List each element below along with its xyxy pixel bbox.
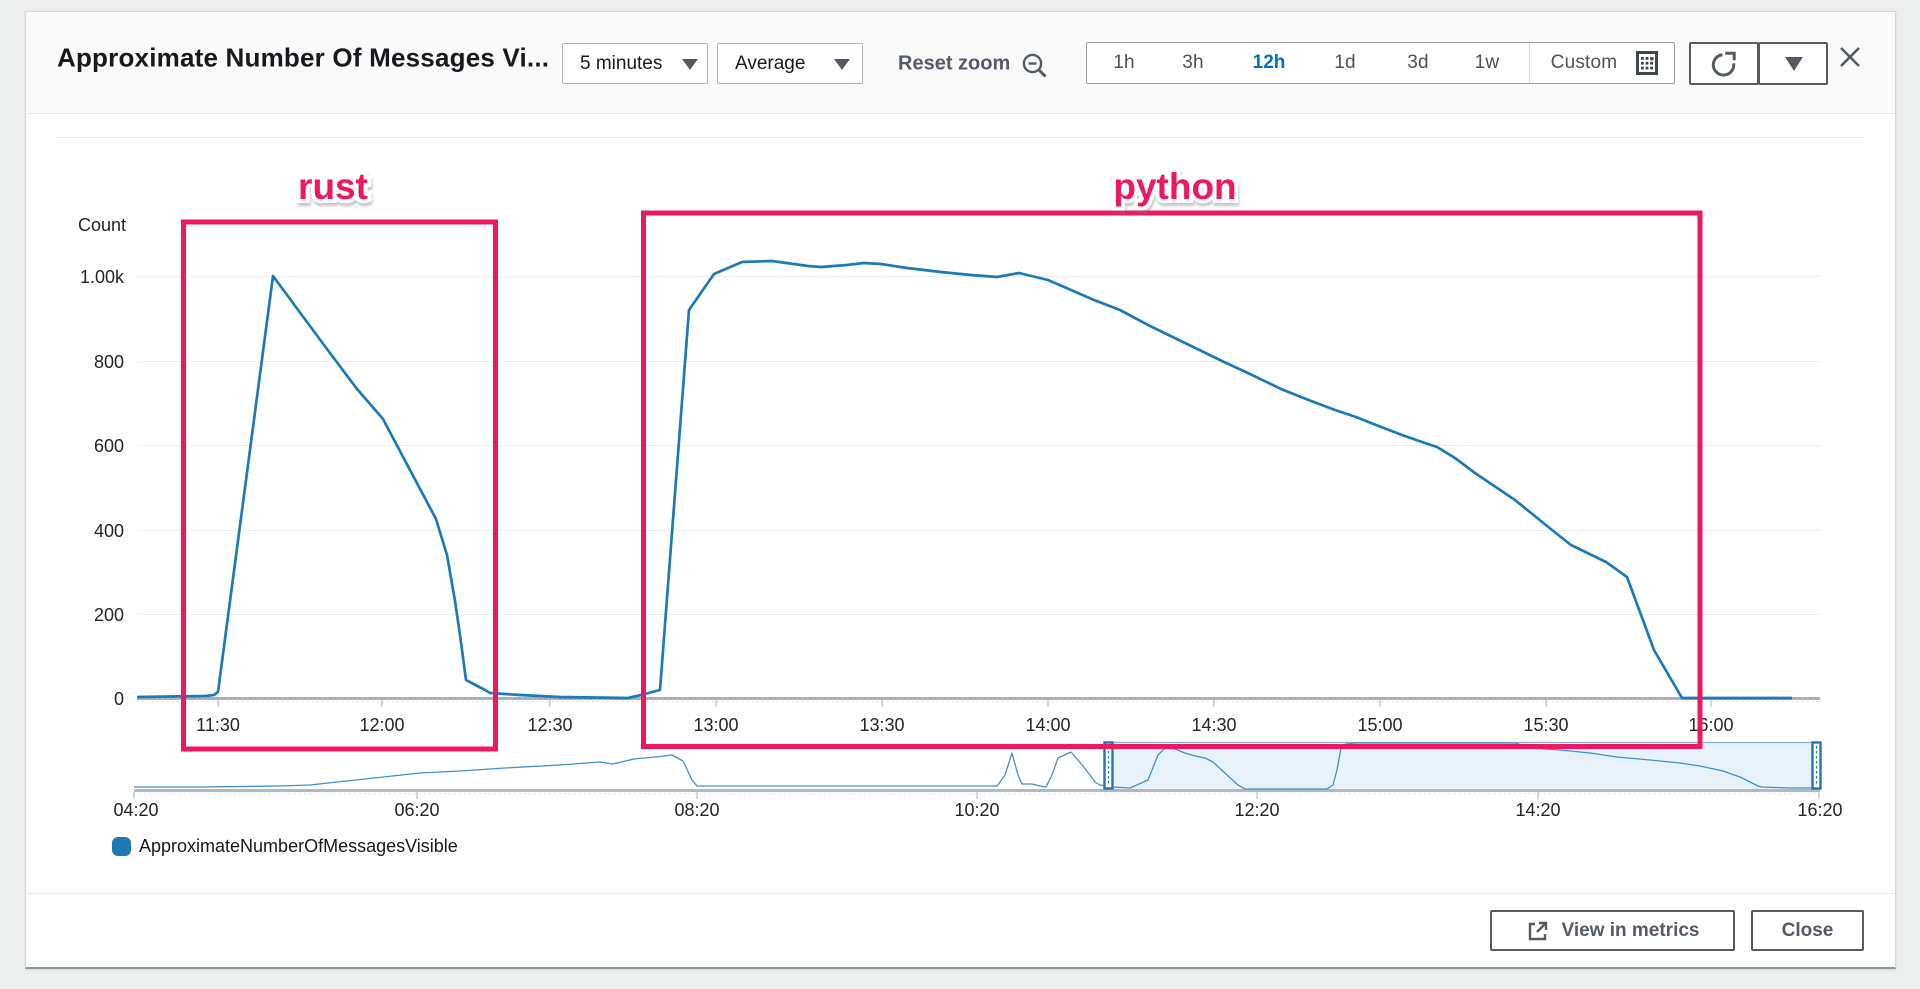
svg-text:15:00: 15:00 <box>1357 715 1402 735</box>
svg-text:12:00: 12:00 <box>359 715 404 735</box>
svg-text:16:20: 16:20 <box>1797 800 1842 820</box>
svg-text:400: 400 <box>94 521 124 541</box>
svg-text:rust: rust <box>298 166 368 207</box>
svg-text:12:20: 12:20 <box>1234 800 1279 820</box>
svg-text:14:20: 14:20 <box>1515 800 1560 820</box>
svg-text:14:30: 14:30 <box>1191 715 1236 735</box>
svg-text:14:00: 14:00 <box>1025 715 1070 735</box>
svg-text:08:20: 08:20 <box>674 800 719 820</box>
svg-text:10:20: 10:20 <box>954 800 999 820</box>
svg-text:600: 600 <box>94 436 124 456</box>
svg-text:15:30: 15:30 <box>1523 715 1568 735</box>
svg-text:800: 800 <box>94 352 124 372</box>
svg-text:1.00k: 1.00k <box>80 267 125 287</box>
svg-text:python: python <box>1113 166 1236 207</box>
svg-text:11:30: 11:30 <box>196 715 240 735</box>
svg-text:Count: Count <box>78 215 126 235</box>
svg-text:0: 0 <box>114 689 124 709</box>
svg-text:12:30: 12:30 <box>527 715 572 735</box>
svg-text:04:20: 04:20 <box>113 800 158 820</box>
svg-text:200: 200 <box>94 605 124 625</box>
svg-text:16:00: 16:00 <box>1688 715 1733 735</box>
svg-text:06:20: 06:20 <box>394 800 439 820</box>
svg-text:13:30: 13:30 <box>859 715 904 735</box>
svg-text:13:00: 13:00 <box>693 715 738 735</box>
